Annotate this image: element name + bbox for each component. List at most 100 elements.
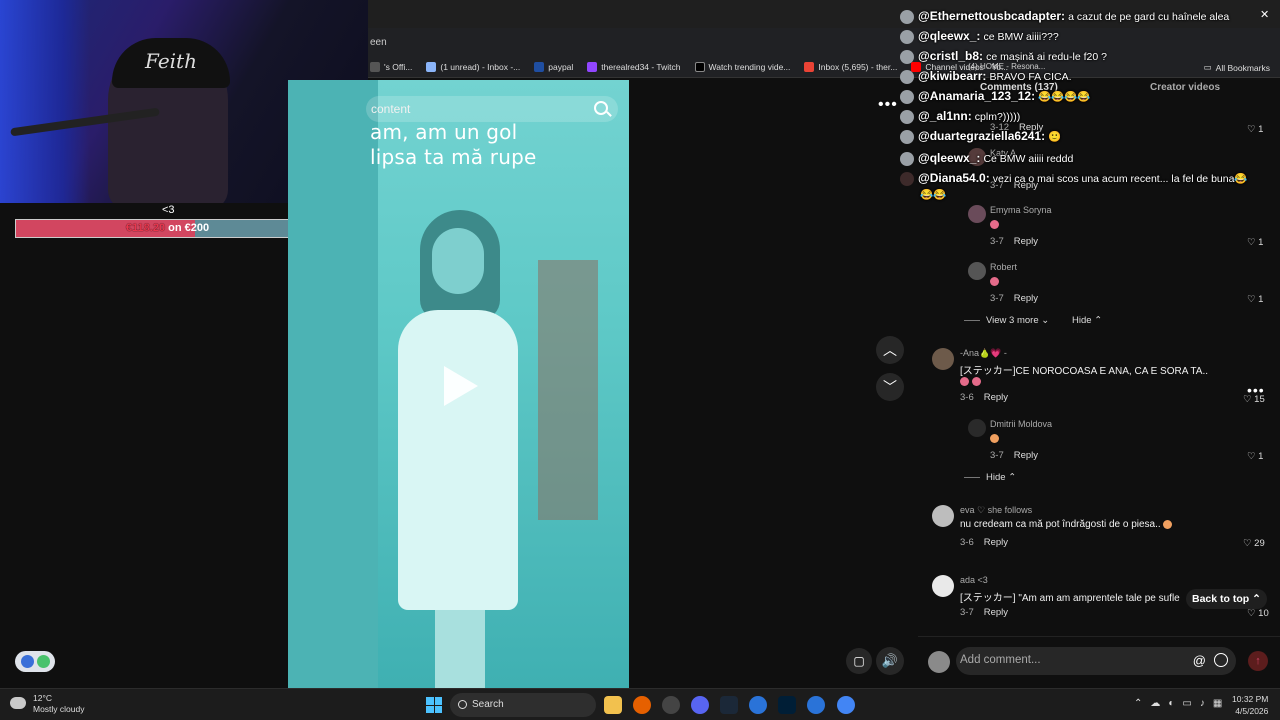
windows-start-icon[interactable] — [426, 697, 442, 713]
chevron-up-icon: ⌃ — [1008, 472, 1017, 483]
pip-icon: ▢ — [853, 654, 865, 668]
clock-time: 10:32 PM — [1232, 694, 1269, 704]
more-options-icon[interactable]: ••• — [878, 97, 902, 116]
twitch-icon — [587, 61, 598, 72]
volume-button[interactable]: 🔊 — [876, 647, 904, 675]
play-icon[interactable] — [444, 366, 478, 406]
heart-text: <3 — [162, 204, 175, 216]
chat-badge-icon — [900, 50, 914, 65]
avatar — [932, 575, 954, 597]
chat-user: @Ethernettousbcadapter: — [918, 9, 1066, 23]
file-explorer-icon[interactable] — [604, 696, 622, 714]
avatar — [932, 505, 954, 527]
status-icon-2 — [36, 655, 50, 668]
chat-badge-icon — [900, 172, 914, 187]
reply-button[interactable]: Reply — [1014, 236, 1038, 247]
temperature: 12°C — [33, 693, 52, 703]
send-button[interactable]: ↑ — [1248, 651, 1268, 671]
comment-author[interactable]: Dmitrii Moldova — [990, 419, 1052, 429]
video-search-bar[interactable]: content — [366, 96, 618, 122]
chevron-up-icon: ⌃ — [1094, 315, 1103, 326]
donation-goal-text: €118.20 on €200 — [16, 220, 319, 237]
comment-item: Emyma Soryna 3-7 Reply — [968, 205, 1228, 247]
comment-author[interactable]: eva ♡ she follows — [960, 505, 1032, 516]
bookmark-item[interactable]: therealred34 - Twitch — [587, 61, 681, 72]
close-icon[interactable]: ✕ — [1260, 8, 1269, 21]
app-icon[interactable] — [749, 696, 767, 714]
like-count[interactable]: ♡ 15 — [1243, 394, 1265, 405]
reply-button[interactable]: Reply — [1014, 293, 1038, 304]
like-count[interactable]: ♡ 10 — [1247, 608, 1269, 619]
reply-button[interactable]: Reply — [984, 607, 1008, 618]
mention-button[interactable]: @ — [1193, 653, 1206, 668]
like-count[interactable]: ♡ 1 — [1247, 237, 1263, 248]
stream-chat-overlay: @Ethernettousbcadapter: a cazut de pe ga… — [900, 0, 1280, 210]
comment-meta: 3-6 Reply — [960, 537, 1009, 548]
chat-text: Ce BMW aiiii reddd — [983, 153, 1074, 165]
lyric-line-2: lipsa ta mă rupe — [370, 145, 537, 169]
chat-message: @qleewx_: ce BMW aiiii??? — [900, 29, 1059, 47]
add-comment-bar: Add comment... @ ↑ — [918, 636, 1280, 688]
chat-user: @_al1nn: — [918, 109, 972, 123]
chat-user: @Diana54.0: — [918, 171, 990, 185]
chatgpt-icon[interactable] — [662, 696, 680, 714]
sticker-icon — [990, 276, 999, 286]
video-dress — [398, 310, 518, 610]
comment-author[interactable]: -Ana🍐💗 - — [960, 348, 1007, 359]
bookmark-item[interactable]: paypal — [534, 61, 573, 72]
app-icon-2[interactable] — [807, 696, 825, 714]
like-count[interactable]: ♡ 1 — [1247, 451, 1263, 462]
steam-icon[interactable] — [720, 696, 738, 714]
tab-title[interactable]: een — [370, 37, 387, 48]
avatar — [932, 348, 954, 370]
bookmark-item[interactable]: Inbox (5,695) - ther... — [804, 61, 897, 72]
chat-text: ce BMW aiiii??? — [983, 31, 1059, 43]
chrome-icon[interactable] — [837, 696, 855, 714]
bookmark-item[interactable]: Watch trending vide... — [694, 61, 790, 72]
chat-user: @kiwibearr: — [918, 69, 987, 83]
next-video-button[interactable]: ﹀ — [876, 373, 904, 401]
taskbar-search[interactable]: Search — [450, 693, 596, 717]
picture-in-picture-button[interactable]: ▢ — [846, 648, 872, 674]
chat-message: @Anamaria_123_12: 😂😂😂😂 — [900, 89, 1090, 107]
chat-user: @qleewx_: — [918, 151, 981, 165]
system-tray[interactable]: ⌃☁◐▭♪▦ — [1134, 698, 1230, 709]
like-count[interactable]: ♡ 29 — [1243, 538, 1265, 549]
comment-author[interactable]: Robert — [990, 262, 1017, 272]
comment-text: [ステッカー] "Am am am amprentele tale pe suf… — [960, 593, 1180, 604]
chat-message: @_al1nn: cplm?))))) — [900, 109, 1020, 127]
comment-item: ada <3 [ステッカー] "Am am am amprentele tale… — [932, 575, 1192, 621]
hide-replies[interactable]: Hide ⌃ — [1072, 315, 1102, 326]
screen: { "browser": { "tab_title": "een", "book… — [0, 0, 1280, 720]
photoshop-icon[interactable] — [778, 696, 796, 714]
previous-video-button[interactable]: ︿ — [876, 336, 904, 364]
lyric-line-1: am, am un gol — [370, 120, 518, 144]
chat-message: @duartegraziella6241: 🙂 — [900, 129, 1061, 147]
hide-replies[interactable]: Hide ⌃ — [964, 472, 1016, 483]
sticker-icon — [990, 433, 999, 443]
firefox-icon[interactable] — [633, 696, 651, 714]
like-count[interactable]: ♡ 1 — [1247, 294, 1263, 305]
reply-button[interactable]: Reply — [984, 537, 1008, 548]
chat-badge-icon — [900, 152, 914, 167]
reply-button[interactable]: Reply — [1014, 450, 1038, 461]
comment-text: [ステッカー]CE NOROCOASA E ANA, CA E SORA TA.… — [960, 366, 1209, 377]
comment-item: Robert 3-7 Reply — [968, 262, 1228, 304]
bookmark-item[interactable]: 's Offi... — [370, 61, 412, 72]
discord-icon[interactable] — [691, 696, 709, 714]
search-icon[interactable] — [594, 101, 608, 115]
clock[interactable]: 10:32 PM 4/5/2026 — [1232, 693, 1268, 717]
reply-button[interactable]: Reply — [984, 392, 1008, 403]
chat-text: a cazut de pe gard cu haînele alea — [1068, 11, 1230, 23]
chat-text: BRAVO FA CICA. — [989, 71, 1072, 83]
comment-author[interactable]: ada <3 — [960, 575, 988, 585]
add-comment-input[interactable]: Add comment... @ — [956, 647, 1236, 675]
emoji-icon[interactable] — [1214, 653, 1228, 667]
chat-text: ce mașină ai redu-le f20 ? — [986, 51, 1107, 63]
back-to-top-button[interactable]: Back to top ⌃ — [1186, 589, 1267, 609]
chat-message: 😂😂 — [920, 188, 946, 206]
search-placeholder: content — [371, 102, 411, 116]
weather-widget[interactable]: 12°C Mostly cloudy — [10, 693, 85, 715]
bookmark-item[interactable]: (1 unread) - Inbox -... — [426, 61, 520, 72]
view-more-replies[interactable]: View 3 more ⌄ — [964, 315, 1049, 326]
